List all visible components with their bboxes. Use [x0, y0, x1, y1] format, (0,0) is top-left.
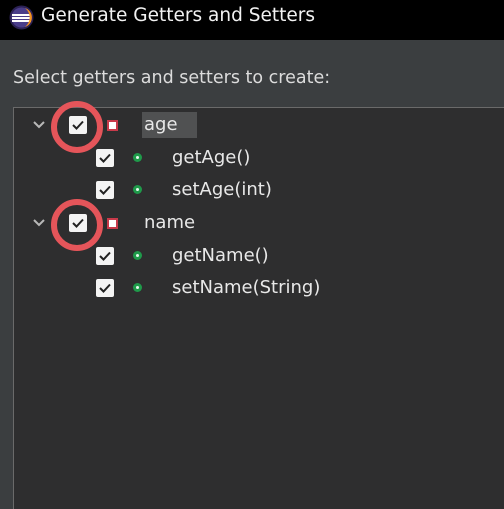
- checkmark-icon: [72, 218, 84, 228]
- tree-node-setname[interactable]: setName(String): [14, 274, 504, 304]
- checkmark-icon: [99, 251, 111, 261]
- checkbox-setage[interactable]: [96, 181, 114, 199]
- tree-node-label: getAge(): [172, 147, 251, 168]
- checkbox-name[interactable]: [69, 214, 87, 232]
- tree-node-label: getName(): [172, 245, 269, 266]
- public-method-icon: [133, 185, 142, 194]
- tree-node-setage[interactable]: setAge(int): [14, 176, 504, 206]
- chevron-down-icon[interactable]: [31, 215, 47, 231]
- tree-node-label: name: [144, 212, 196, 233]
- generate-getters-setters-dialog: Generate Getters and Setters Select gett…: [0, 0, 504, 509]
- checkmark-icon: [72, 120, 84, 130]
- tree-node-label: setName(String): [172, 277, 321, 298]
- tree-node-name[interactable]: name: [14, 209, 504, 239]
- public-method-icon: [133, 251, 142, 260]
- public-method-icon: [133, 153, 142, 162]
- tree-node-label: setAge(int): [172, 179, 272, 200]
- window-title: Generate Getters and Setters: [41, 5, 315, 26]
- getter-setter-tree[interactable]: age getAge() setAge(int) name getName() …: [13, 107, 504, 509]
- checkbox-getage[interactable]: [96, 149, 114, 167]
- chevron-down-icon[interactable]: [31, 117, 47, 133]
- checkmark-icon: [99, 185, 111, 195]
- title-bar: Generate Getters and Setters: [0, 0, 504, 40]
- checkbox-setname[interactable]: [96, 279, 114, 297]
- checkmark-icon: [99, 283, 111, 293]
- tree-node-label: age: [144, 114, 178, 135]
- instruction-label: Select getters and setters to create:: [13, 68, 331, 88]
- private-field-icon: [107, 218, 118, 229]
- checkbox-getname[interactable]: [96, 247, 114, 265]
- tree-node-getage[interactable]: getAge(): [14, 144, 504, 174]
- private-field-icon: [107, 120, 118, 131]
- tree-node-age[interactable]: age: [14, 111, 504, 141]
- public-method-icon: [133, 283, 142, 292]
- eclipse-app-icon: [9, 5, 34, 30]
- checkbox-age[interactable]: [69, 116, 87, 134]
- checkmark-icon: [99, 153, 111, 163]
- tree-node-getname[interactable]: getName(): [14, 242, 504, 272]
